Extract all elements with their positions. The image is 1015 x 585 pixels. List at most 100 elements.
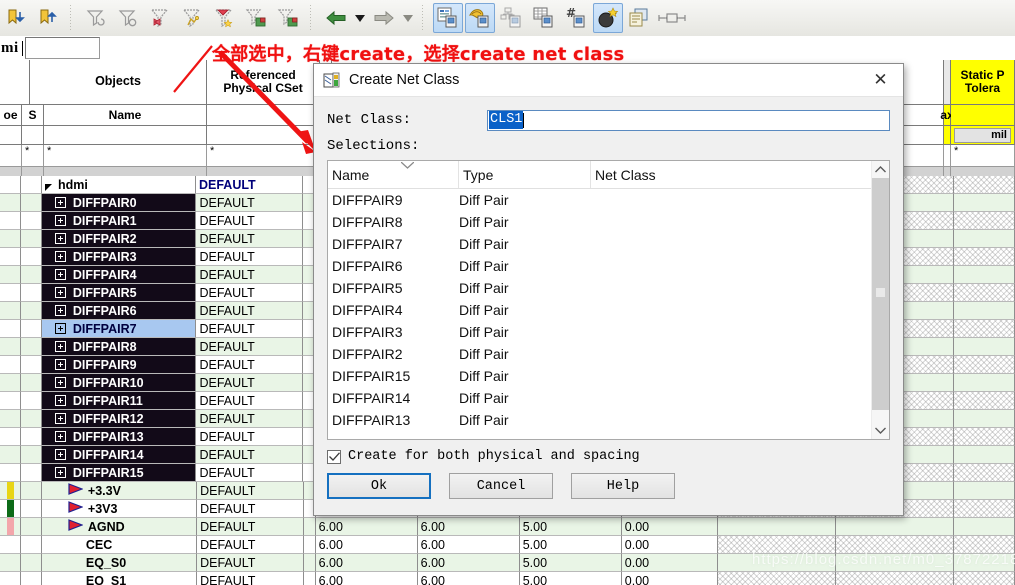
table-row[interactable]: EQ_S1 DEFAULT 6.00 6.00 5.00 0.00 (0, 572, 1015, 585)
expand-plus-icon[interactable] (54, 431, 66, 442)
row-name-cell[interactable]: DIFFPAIR7 (41, 320, 197, 338)
expand-plus-icon[interactable] (54, 251, 66, 262)
bomb-icon[interactable] (593, 3, 623, 33)
row-ref-cset-cell[interactable]: DEFAULT (197, 482, 304, 500)
sort-ascending-icon[interactable] (401, 162, 414, 169)
row-ref-cset-cell[interactable]: DEFAULT (196, 356, 304, 374)
both-physical-spacing-checkbox[interactable] (327, 449, 341, 464)
field-edit-box[interactable] (24, 37, 100, 59)
row-name-cell[interactable]: DIFFPAIR5 (41, 284, 197, 302)
filter-name[interactable]: * (44, 145, 207, 167)
row-name-cell[interactable]: DIFFPAIR0 (41, 194, 197, 212)
row-value-cell-4[interactable]: 0.00 (621, 518, 719, 536)
expand-plus-icon[interactable] (54, 197, 66, 208)
filter-clear-icon[interactable] (113, 3, 143, 33)
expand-plus-icon[interactable] (54, 323, 66, 334)
row-ref-cset-cell[interactable]: DEFAULT (196, 410, 304, 428)
row-ref-cset-cell[interactable]: DEFAULT (196, 248, 304, 266)
ok-button[interactable]: Ok (327, 473, 431, 499)
hierarchy-icon[interactable] (497, 3, 527, 33)
forward-arrow-icon[interactable] (369, 3, 399, 33)
row-ref-cset-cell[interactable]: DEFAULT (197, 518, 304, 536)
row-ref-cset-cell[interactable]: DEFAULT (196, 266, 304, 284)
subheader-type[interactable]: oe (0, 105, 22, 126)
number-icon[interactable]: # (561, 3, 591, 33)
toolbar-grip-2[interactable] (308, 5, 316, 31)
row-ref-cset-cell[interactable]: DEFAULT (196, 212, 304, 230)
close-icon[interactable]: ✕ (858, 64, 903, 96)
row-value-cell-2[interactable]: 6.00 (417, 518, 520, 536)
row-ref-cset-cell[interactable]: DEFAULT (196, 194, 304, 212)
row-value-cell-3[interactable]: 5.00 (519, 536, 622, 554)
expand-plus-icon[interactable] (54, 233, 66, 244)
list-item[interactable]: DIFFPAIR4 Diff Pair (328, 299, 871, 321)
row-ref-cset-cell[interactable]: DEFAULT (196, 464, 304, 482)
row-value-cell-1[interactable]: 6.00 (315, 554, 418, 572)
row-name-cell[interactable]: DIFFPAIR2 (41, 230, 197, 248)
row-name-cell[interactable]: DIFFPAIR13 (41, 428, 197, 446)
row-value-cell-3[interactable]: 5.00 (519, 518, 622, 536)
table-row[interactable]: AGND DEFAULT 6.00 6.00 5.00 0.00 (0, 518, 1015, 536)
measure-icon[interactable] (657, 3, 687, 33)
list-item[interactable]: DIFFPAIR15 Diff Pair (328, 365, 871, 387)
row-ref-cset-cell[interactable]: DEFAULT (195, 176, 303, 194)
row-name-cell[interactable]: DIFFPAIR10 (41, 374, 197, 392)
row-name-cell[interactable]: hdmi (41, 176, 196, 194)
filter-max[interactable] (944, 145, 951, 167)
subheader-name[interactable]: Name (44, 105, 207, 126)
list-item[interactable]: DIFFPAIR3 Diff Pair (328, 321, 871, 343)
filter-grid2-icon[interactable] (273, 3, 303, 33)
scroll-down-icon[interactable] (872, 422, 889, 439)
row-value-cell-4[interactable]: 0.00 (621, 554, 719, 572)
row-name-cell[interactable]: +3.3V (41, 482, 198, 500)
list-item[interactable]: DIFFPAIR7 Diff Pair (328, 233, 871, 255)
row-name-cell[interactable]: DIFFPAIR11 (41, 392, 197, 410)
help-button[interactable]: Help (571, 473, 675, 499)
copy-icon[interactable] (625, 3, 655, 33)
selections-scrollbar[interactable] (871, 161, 889, 439)
row-name-cell[interactable]: EQ_S1 (41, 572, 198, 585)
filter-grid-icon[interactable] (241, 3, 271, 33)
toolbar-grip-3[interactable] (420, 5, 428, 31)
subheader-max[interactable]: ax (940, 105, 954, 126)
expand-plus-icon[interactable] (54, 395, 66, 406)
row-value-cell-4[interactable]: 0.00 (621, 572, 719, 585)
net-class-input[interactable]: CLS1 (487, 109, 890, 131)
expand-plus-icon[interactable] (54, 269, 66, 280)
back-arrow-icon[interactable] (321, 3, 351, 33)
list-header-name[interactable]: Name (328, 161, 459, 188)
cancel-button[interactable]: Cancel (449, 473, 553, 499)
expand-plus-icon[interactable] (54, 287, 66, 298)
toolbar-grip[interactable] (68, 5, 76, 31)
row-ref-cset-cell[interactable]: DEFAULT (197, 572, 304, 585)
row-value-cell-3[interactable]: 5.00 (519, 572, 622, 585)
row-name-cell[interactable]: DIFFPAIR15 (41, 464, 197, 482)
filter-refresh-icon[interactable] (81, 3, 111, 33)
filter-type[interactable] (0, 145, 22, 167)
list-item[interactable]: DIFFPAIR13 Diff Pair (328, 409, 871, 431)
filter-tolerance[interactable]: * (951, 145, 1015, 167)
row-value-cell-1[interactable]: 6.00 (315, 536, 418, 554)
row-ref-cset-cell[interactable]: DEFAULT (196, 338, 304, 356)
list-item[interactable]: DIFFPAIR14 Diff Pair (328, 387, 871, 409)
expand-plus-icon[interactable] (54, 341, 66, 352)
row-name-cell[interactable]: CEC (41, 536, 198, 554)
filter-edit-icon[interactable] (177, 3, 207, 33)
selections-listbox[interactable]: Name Type Net Class DIFFPAIR9 Diff Pair DI… (327, 160, 890, 440)
net-icon[interactable] (465, 3, 495, 33)
row-name-cell[interactable]: DIFFPAIR12 (41, 410, 197, 428)
back-dropdown-icon[interactable] (352, 4, 368, 32)
row-ref-cset-cell[interactable]: DEFAULT (196, 374, 304, 392)
list-header-net-class[interactable]: Net Class (591, 161, 871, 188)
row-name-cell[interactable]: DIFFPAIR4 (41, 266, 197, 284)
filter-new-icon[interactable] (209, 3, 239, 33)
row-ref-cset-cell[interactable]: DEFAULT (196, 284, 304, 302)
filter-ref-cset[interactable]: * (207, 145, 320, 167)
row-value-cell-4[interactable]: 0.00 (621, 536, 719, 554)
row-name-cell[interactable]: DIFFPAIR8 (41, 338, 197, 356)
row-ref-cset-cell[interactable]: DEFAULT (196, 230, 304, 248)
expand-plus-icon[interactable] (54, 215, 66, 226)
table-icon[interactable] (529, 3, 559, 33)
list-item[interactable]: DIFFPAIR6 Diff Pair (328, 255, 871, 277)
row-value-cell-2[interactable]: 6.00 (417, 536, 520, 554)
